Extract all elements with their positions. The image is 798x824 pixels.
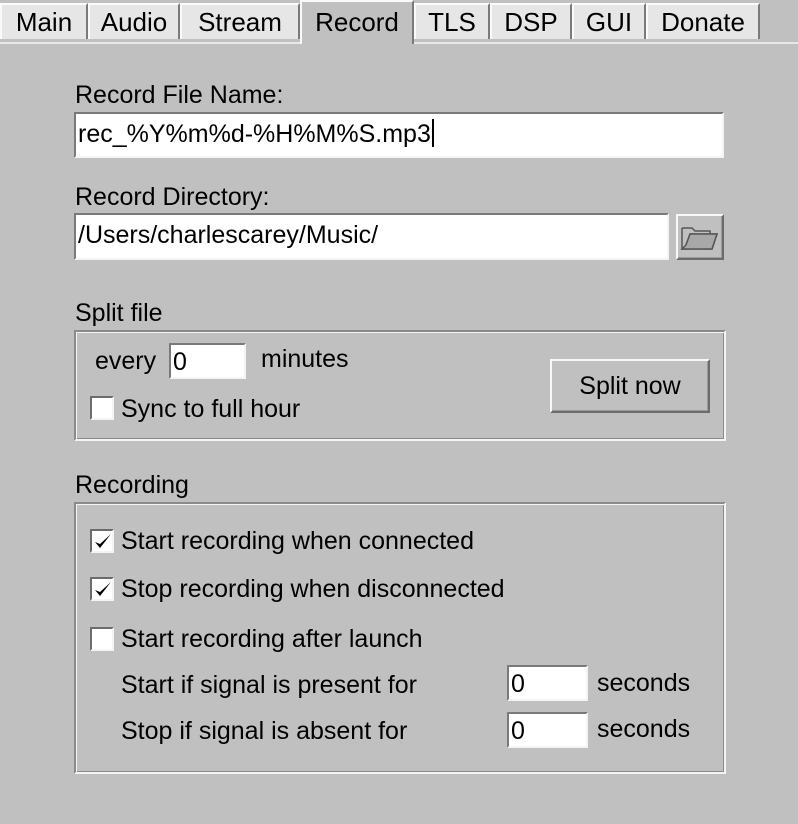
signal-absent-input[interactable]: 0 [507,712,588,748]
start-when-connected-label: Start recording when connected [121,527,474,555]
signal-present-unit: seconds [597,669,691,697]
stop-when-disconnected-checkbox[interactable] [90,577,114,601]
checkmark-icon [95,534,111,548]
record-directory-input[interactable]: /Users/charlescarey/Music/ [74,213,669,260]
signal-present-input[interactable]: 0 [507,665,588,701]
record-directory-label: Record Directory: [75,183,270,211]
record-file-name-label: Record File Name: [75,81,284,109]
folder-icon [680,227,719,250]
signal-absent-unit: seconds [597,715,691,743]
tab-dsp[interactable]: DSP [490,3,572,39]
split-minutes-input[interactable]: 0 [169,343,246,379]
browse-directory-button[interactable] [676,214,724,260]
tab-audio[interactable]: Audio [88,3,180,39]
record-file-name-value: rec_%Y%m%d-%H%M%S.mp3 [78,120,431,148]
recording-title: Recording [75,471,189,499]
tab-main[interactable]: Main [0,3,88,39]
split-minutes-label: minutes [261,345,349,373]
text-caret [431,119,434,147]
split-now-button[interactable]: Split now [550,359,710,413]
signal-absent-label: Stop if signal is absent for [121,717,408,745]
tab-donate[interactable]: Donate [646,3,760,39]
start-after-launch-label: Start recording after launch [121,625,423,653]
tab-record[interactable]: Record [300,0,414,44]
split-every-label: every [95,347,157,375]
checkmark-icon [95,582,111,596]
split-file-title: Split file [75,299,163,327]
tab-bar: Main Audio Stream Record TLS DSP GUI Don… [0,0,798,44]
record-file-name-input[interactable]: rec_%Y%m%d-%H%M%S.mp3 [74,112,724,158]
sync-full-hour-checkbox[interactable] [90,396,114,420]
tab-stream[interactable]: Stream [180,3,300,39]
sync-full-hour-label: Sync to full hour [121,395,301,423]
stop-when-disconnected-label: Stop recording when disconnected [121,575,505,603]
start-after-launch-checkbox[interactable] [90,627,114,651]
tab-tls[interactable]: TLS [414,3,490,39]
start-when-connected-checkbox[interactable] [90,529,114,553]
tab-gui[interactable]: GUI [572,3,646,39]
signal-present-label: Start if signal is present for [121,671,417,699]
